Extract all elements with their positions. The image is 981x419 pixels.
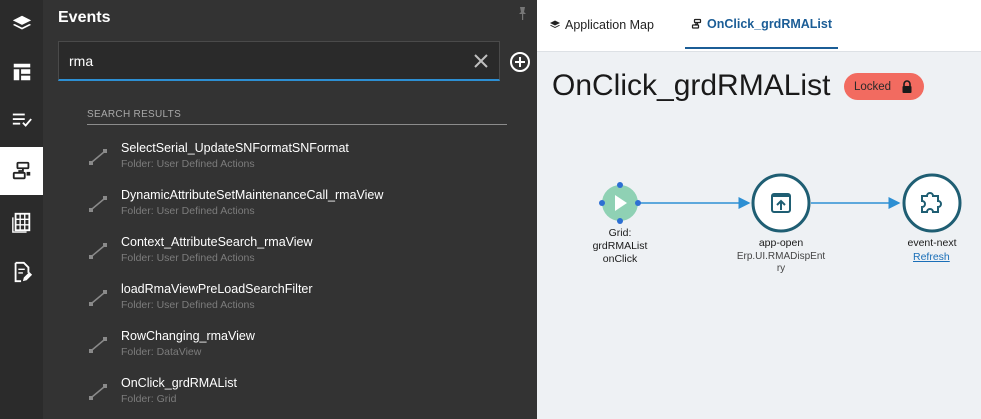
search-results-label: SEARCH RESULTS bbox=[87, 109, 182, 120]
result-name: RowChanging_rmaView bbox=[121, 329, 255, 343]
result-folder: Folder: User Defined Actions bbox=[121, 205, 255, 217]
trigger-node[interactable] bbox=[599, 182, 641, 224]
events-icon bbox=[12, 161, 30, 180]
events-panel: Events SEARCH RESULTS SelectSerial_Updat… bbox=[43, 0, 537, 419]
results-divider bbox=[87, 124, 507, 125]
event-flow-icon bbox=[89, 337, 107, 353]
edit-document-icon bbox=[14, 261, 32, 283]
event-flow-diagram bbox=[599, 173, 962, 233]
handle-dot[interactable] bbox=[635, 200, 641, 206]
handle-dot[interactable] bbox=[617, 182, 623, 188]
result-folder: Folder: User Defined Actions bbox=[121, 158, 255, 170]
rail-checklist-button[interactable] bbox=[0, 96, 43, 144]
trigger-label-line: grdRMAList bbox=[592, 240, 648, 252]
add-circle-icon[interactable] bbox=[509, 51, 531, 73]
search-result-item[interactable]: loadRmaViewPreLoadSearchFilter Folder: U… bbox=[87, 282, 507, 322]
search-result-item[interactable]: OnClick_grdRMAList Folder: Grid bbox=[87, 376, 507, 416]
app-open-sub-line: ry bbox=[776, 263, 786, 274]
result-folder: Folder: Grid bbox=[121, 393, 177, 405]
trigger-label-line: Grid: bbox=[608, 227, 632, 239]
result-folder: Folder: User Defined Actions bbox=[121, 252, 255, 264]
table-icon bbox=[11, 212, 30, 233]
result-name: DynamicAttributeSetMaintenanceCall_rmaVi… bbox=[121, 188, 384, 202]
refresh-link[interactable]: Refresh bbox=[913, 251, 950, 263]
rail-events-button[interactable] bbox=[0, 147, 43, 195]
event-flow-icon bbox=[89, 243, 107, 259]
icon-rail bbox=[0, 0, 43, 419]
search-box bbox=[58, 41, 500, 81]
result-name: SelectSerial_UpdateSNFormatSNFormat bbox=[121, 141, 349, 155]
rail-edit-button[interactable] bbox=[0, 248, 43, 296]
app-open-sub-line: Erp.UI.RMADispEnt bbox=[736, 251, 826, 262]
trigger-label-line: onClick bbox=[602, 253, 638, 265]
search-result-item[interactable]: RowChanging_rmaView Folder: DataView bbox=[87, 329, 507, 369]
handle-dot[interactable] bbox=[617, 218, 623, 224]
rail-table-button[interactable] bbox=[0, 198, 43, 246]
app-open-sub: Erp.UI.RMADispEnt ry bbox=[721, 251, 841, 275]
search-result-item[interactable]: DynamicAttributeSetMaintenanceCall_rmaVi… bbox=[87, 188, 507, 228]
event-flow-icon bbox=[89, 196, 107, 212]
checklist-icon bbox=[12, 113, 32, 127]
event-next-label: event-next bbox=[907, 237, 957, 249]
result-name: Context_AttributeSearch_rmaView bbox=[121, 235, 313, 249]
trigger-label: Grid: grdRMAList onClick bbox=[580, 227, 660, 266]
result-name: loadRmaViewPreLoadSearchFilter bbox=[121, 282, 313, 296]
result-name: OnClick_grdRMAList bbox=[121, 376, 238, 390]
pin-icon[interactable] bbox=[514, 5, 530, 21]
layers-icon bbox=[12, 15, 31, 30]
clear-icon[interactable] bbox=[473, 53, 489, 69]
event-flow-icon bbox=[89, 384, 107, 400]
rail-layout-button[interactable] bbox=[0, 48, 43, 96]
app-open-node[interactable] bbox=[751, 173, 811, 233]
search-result-item[interactable]: Context_AttributeSearch_rmaView Folder: … bbox=[87, 235, 507, 275]
panel-title: Events bbox=[58, 9, 111, 26]
layout-icon bbox=[13, 63, 30, 81]
rail-layers-button[interactable] bbox=[0, 0, 43, 48]
search-input[interactable] bbox=[69, 51, 459, 71]
result-folder: Folder: DataView bbox=[121, 346, 202, 358]
result-folder: Folder: User Defined Actions bbox=[121, 299, 255, 311]
main-content: Application Map OnClick_grdRMAList OnCli… bbox=[537, 0, 981, 419]
app-open-label: app-open bbox=[758, 237, 804, 249]
event-flow-icon bbox=[89, 149, 107, 165]
handle-dot[interactable] bbox=[599, 200, 605, 206]
event-flow-icon bbox=[89, 290, 107, 306]
event-next-node[interactable] bbox=[902, 173, 962, 233]
search-result-item[interactable]: SelectSerial_UpdateSNFormatSNFormat Fold… bbox=[87, 141, 507, 181]
